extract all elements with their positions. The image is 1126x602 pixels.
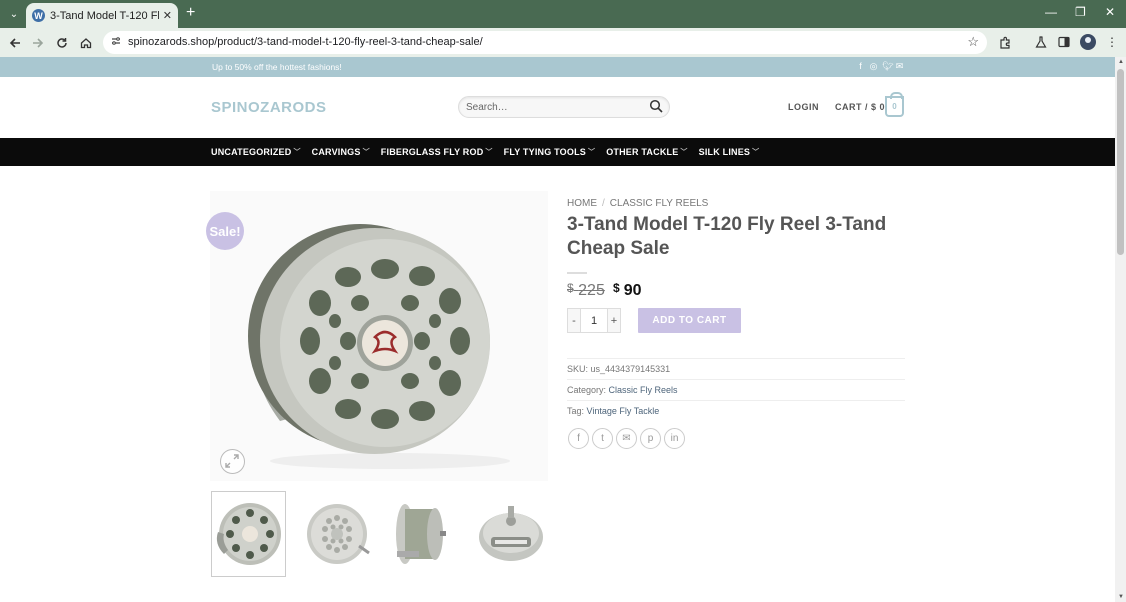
chevron-down-icon: ﹀ xyxy=(485,149,493,156)
search-placeholder: Search… xyxy=(466,102,508,113)
cart-link[interactable]: CART / $ 0 xyxy=(835,102,885,112)
thumbnail-2[interactable] xyxy=(299,491,374,577)
original-price: $ 225 xyxy=(567,281,605,299)
product-thumbnails xyxy=(211,491,549,577)
nav-item-silk-lines[interactable]: SILK LINES ﹀ xyxy=(699,147,760,157)
chevron-down-icon: ﹀ xyxy=(293,149,301,156)
more-icon[interactable]: ⋮ xyxy=(1104,34,1120,50)
sku-value: us_4434379145331 xyxy=(590,364,671,374)
facebook-icon[interactable]: f xyxy=(856,61,865,72)
sale-badge: Sale! xyxy=(206,212,244,250)
scrollbar-thumb[interactable] xyxy=(1117,69,1124,255)
tag-link[interactable]: Vintage Fly Tackle xyxy=(587,406,660,416)
labs-icon[interactable] xyxy=(1033,34,1049,50)
search-input[interactable]: Search… xyxy=(458,96,670,118)
extensions-icon[interactable] xyxy=(997,34,1013,50)
scroll-up-icon[interactable]: ▲ xyxy=(1118,59,1124,65)
quantity-increase-button[interactable]: + xyxy=(607,308,621,333)
site-info-icon[interactable] xyxy=(111,36,121,49)
instagram-icon[interactable]: ◎ xyxy=(869,61,878,72)
profile-icon[interactable] xyxy=(1080,34,1096,50)
scroll-down-icon[interactable]: ▼ xyxy=(1118,594,1124,600)
sale-price: $90 xyxy=(613,281,642,299)
tab-search-button[interactable]: ⌄ xyxy=(5,5,23,23)
side-panel-icon[interactable] xyxy=(1056,34,1072,50)
minimize-button[interactable]: — xyxy=(1045,5,1057,19)
tab-title: 3-Tand Model T-120 Fly Reel 3- xyxy=(50,9,159,22)
wordpress-favicon-icon: W xyxy=(32,9,45,22)
quantity-decrease-button[interactable]: - xyxy=(567,308,581,333)
close-window-button[interactable]: ✕ xyxy=(1105,5,1115,19)
cart-count-badge[interactable]: 0 xyxy=(885,92,904,117)
breadcrumb: HOME / CLASSIC FLY REELS xyxy=(567,198,708,209)
tag-label: Tag: xyxy=(567,406,585,416)
main-navigation: UNCATEGORIZED ﹀ CARVINGS ﹀ FIBERGLASS FLY … xyxy=(0,138,1115,166)
restore-button[interactable]: ❐ xyxy=(1075,5,1086,19)
email-icon[interactable]: ✉ xyxy=(616,428,637,449)
address-bar[interactable]: spinozarods.shop/product/3-tand-model-t-… xyxy=(103,31,987,54)
product-meta: SKU: us_4434379145331 Category: Classic … xyxy=(567,358,905,421)
url-text[interactable]: spinozarods.shop/product/3-tand-model-t-… xyxy=(128,36,483,48)
linkedin-icon[interactable]: in xyxy=(664,428,685,449)
zoom-button[interactable] xyxy=(220,449,245,474)
category-link[interactable]: Classic Fly Reels xyxy=(609,385,678,395)
reload-icon[interactable] xyxy=(52,33,72,53)
chevron-down-icon: ﹀ xyxy=(587,149,596,156)
product-gallery xyxy=(210,191,548,481)
site-logo[interactable]: SPINOZARODS xyxy=(211,99,327,116)
chevron-down-icon: ﹀ xyxy=(752,149,760,156)
chevron-down-icon: ﹀ xyxy=(362,149,370,156)
quantity-input[interactable]: 1 xyxy=(581,308,607,333)
back-icon[interactable] xyxy=(5,33,25,53)
title-divider xyxy=(567,272,587,274)
facebook-icon[interactable]: f xyxy=(568,428,589,449)
quantity-stepper: - 1 + xyxy=(567,308,627,333)
thumbnail-1[interactable] xyxy=(211,491,286,577)
browser-tab-bar: ⌄ W 3-Tand Model T-120 Fly Reel 3- ✕ + —… xyxy=(0,0,1126,28)
tag-row: Tag: Vintage Fly Tackle xyxy=(567,400,905,421)
product-title: 3-Tand Model T-120 Fly Reel 3-Tand Cheap… xyxy=(567,214,887,259)
breadcrumb-category[interactable]: CLASSIC FLY REELS xyxy=(610,198,709,209)
search-icon[interactable] xyxy=(649,99,663,113)
breadcrumb-home[interactable]: HOME xyxy=(567,198,597,209)
nav-item-other-tackle[interactable]: OTHER TACKLE ﹀ xyxy=(606,147,687,157)
thumbnail-4[interactable] xyxy=(473,491,548,577)
twitter-icon[interactable]: 🐦︎ xyxy=(882,61,893,72)
social-links: f ◎ 🐦︎ ✉ xyxy=(856,61,904,72)
breadcrumb-separator: / xyxy=(602,198,605,209)
chevron-down-icon: ﹀ xyxy=(680,149,688,156)
page-scrollbar[interactable]: ▲ ▼ xyxy=(1115,57,1126,602)
nav-item-fly-tying-tools[interactable]: FLY TYING TOOLS ﹀ xyxy=(504,147,596,157)
browser-tab[interactable]: W 3-Tand Model T-120 Fly Reel 3- ✕ xyxy=(26,3,178,28)
category-row: Category: Classic Fly Reels xyxy=(567,379,905,400)
thumbnail-3[interactable] xyxy=(385,491,460,577)
web-page: Up to 50% off the hottest fashions! f ◎ … xyxy=(0,57,1115,602)
sku-label: SKU: xyxy=(567,364,589,374)
login-link[interactable]: LOGIN xyxy=(788,102,819,112)
site-header: SPINOZARODS Search… LOGIN CART / $ 0 0 xyxy=(0,77,1115,137)
share-buttons: f t ✉ p in xyxy=(568,428,685,449)
email-icon[interactable]: ✉ xyxy=(895,61,904,72)
promo-bar: Up to 50% off the hottest fashions! f ◎ … xyxy=(0,57,1115,77)
product-main-image[interactable] xyxy=(210,191,548,481)
tab-close-icon[interactable]: ✕ xyxy=(163,9,172,22)
home-icon[interactable] xyxy=(76,33,96,53)
nav-item-carvings[interactable]: CARVINGS ﹀ xyxy=(312,147,370,157)
nav-item-fiberglass-fly-rod[interactable]: FIBERGLASS FLY ROD ﹀ xyxy=(381,147,493,157)
bookmark-star-icon[interactable]: ☆ xyxy=(967,34,979,50)
pinterest-icon[interactable]: p xyxy=(640,428,661,449)
sku-row: SKU: us_4434379145331 xyxy=(567,358,905,379)
category-label: Category: xyxy=(567,385,607,395)
browser-toolbar: spinozarods.shop/product/3-tand-model-t-… xyxy=(0,28,1126,57)
forward-icon[interactable] xyxy=(28,33,48,53)
add-to-cart-button[interactable]: ADD TO CART xyxy=(638,308,741,333)
twitter-icon[interactable]: t xyxy=(592,428,613,449)
nav-item-uncategorized[interactable]: UNCATEGORIZED ﹀ xyxy=(211,147,301,157)
new-tab-button[interactable]: + xyxy=(186,5,195,21)
promo-text: Up to 50% off the hottest fashions! xyxy=(212,62,342,72)
zoom-icon xyxy=(225,454,239,468)
